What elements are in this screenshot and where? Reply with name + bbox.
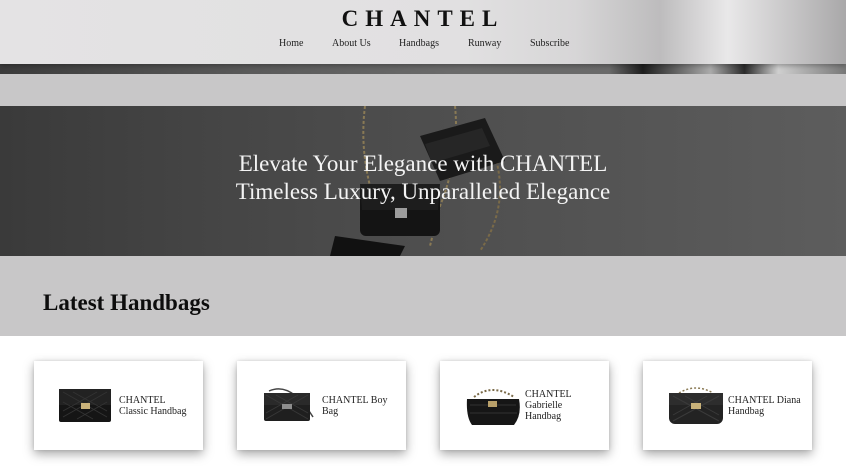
handbag-image [264, 388, 314, 421]
hero-banner: Elevate Your Elegance with CHANTEL Timel… [0, 106, 846, 256]
product-card[interactable]: CHANTEL Boy Bag [237, 361, 406, 450]
site-header: CHANTEL Home About Us Handbags Runway Su… [0, 0, 846, 64]
handbag-image [59, 389, 111, 422]
product-name[interactable]: CHANTEL Boy Bag [322, 395, 397, 417]
nav-subscribe[interactable]: Subscribe [530, 38, 569, 49]
product-card[interactable]: CHANTEL Diana Handbag [643, 361, 812, 450]
nav-about-us[interactable]: About Us [332, 38, 371, 49]
product-card[interactable]: CHANTEL Classic Handbag [34, 361, 203, 450]
product-name[interactable]: CHANTEL Gabrielle Handbag [525, 389, 600, 422]
product-name[interactable]: CHANTEL Diana Handbag [728, 395, 803, 417]
hero-subheadline: Timeless Luxury, Unparalleled Elegance [235, 179, 611, 204]
header-image-strip [0, 64, 846, 74]
handbag-image [669, 387, 723, 424]
product-name[interactable]: CHANTEL Classic Handbag [119, 395, 194, 417]
latest-handbags-title: Latest Handbags [43, 290, 210, 315]
nav-handbags[interactable]: Handbags [399, 38, 439, 49]
handbag-image [466, 389, 520, 425]
products-grid: CHANTEL Classic Handbag CHANTEL Boy Bag … [0, 336, 846, 473]
nav-home[interactable]: Home [279, 38, 303, 49]
hero-headline: Elevate Your Elegance with CHANTEL [238, 151, 608, 176]
nav-runway[interactable]: Runway [468, 38, 501, 49]
brand-logo[interactable]: CHANTEL [0, 6, 846, 32]
product-card[interactable]: CHANTEL Gabrielle Handbag [440, 361, 609, 450]
